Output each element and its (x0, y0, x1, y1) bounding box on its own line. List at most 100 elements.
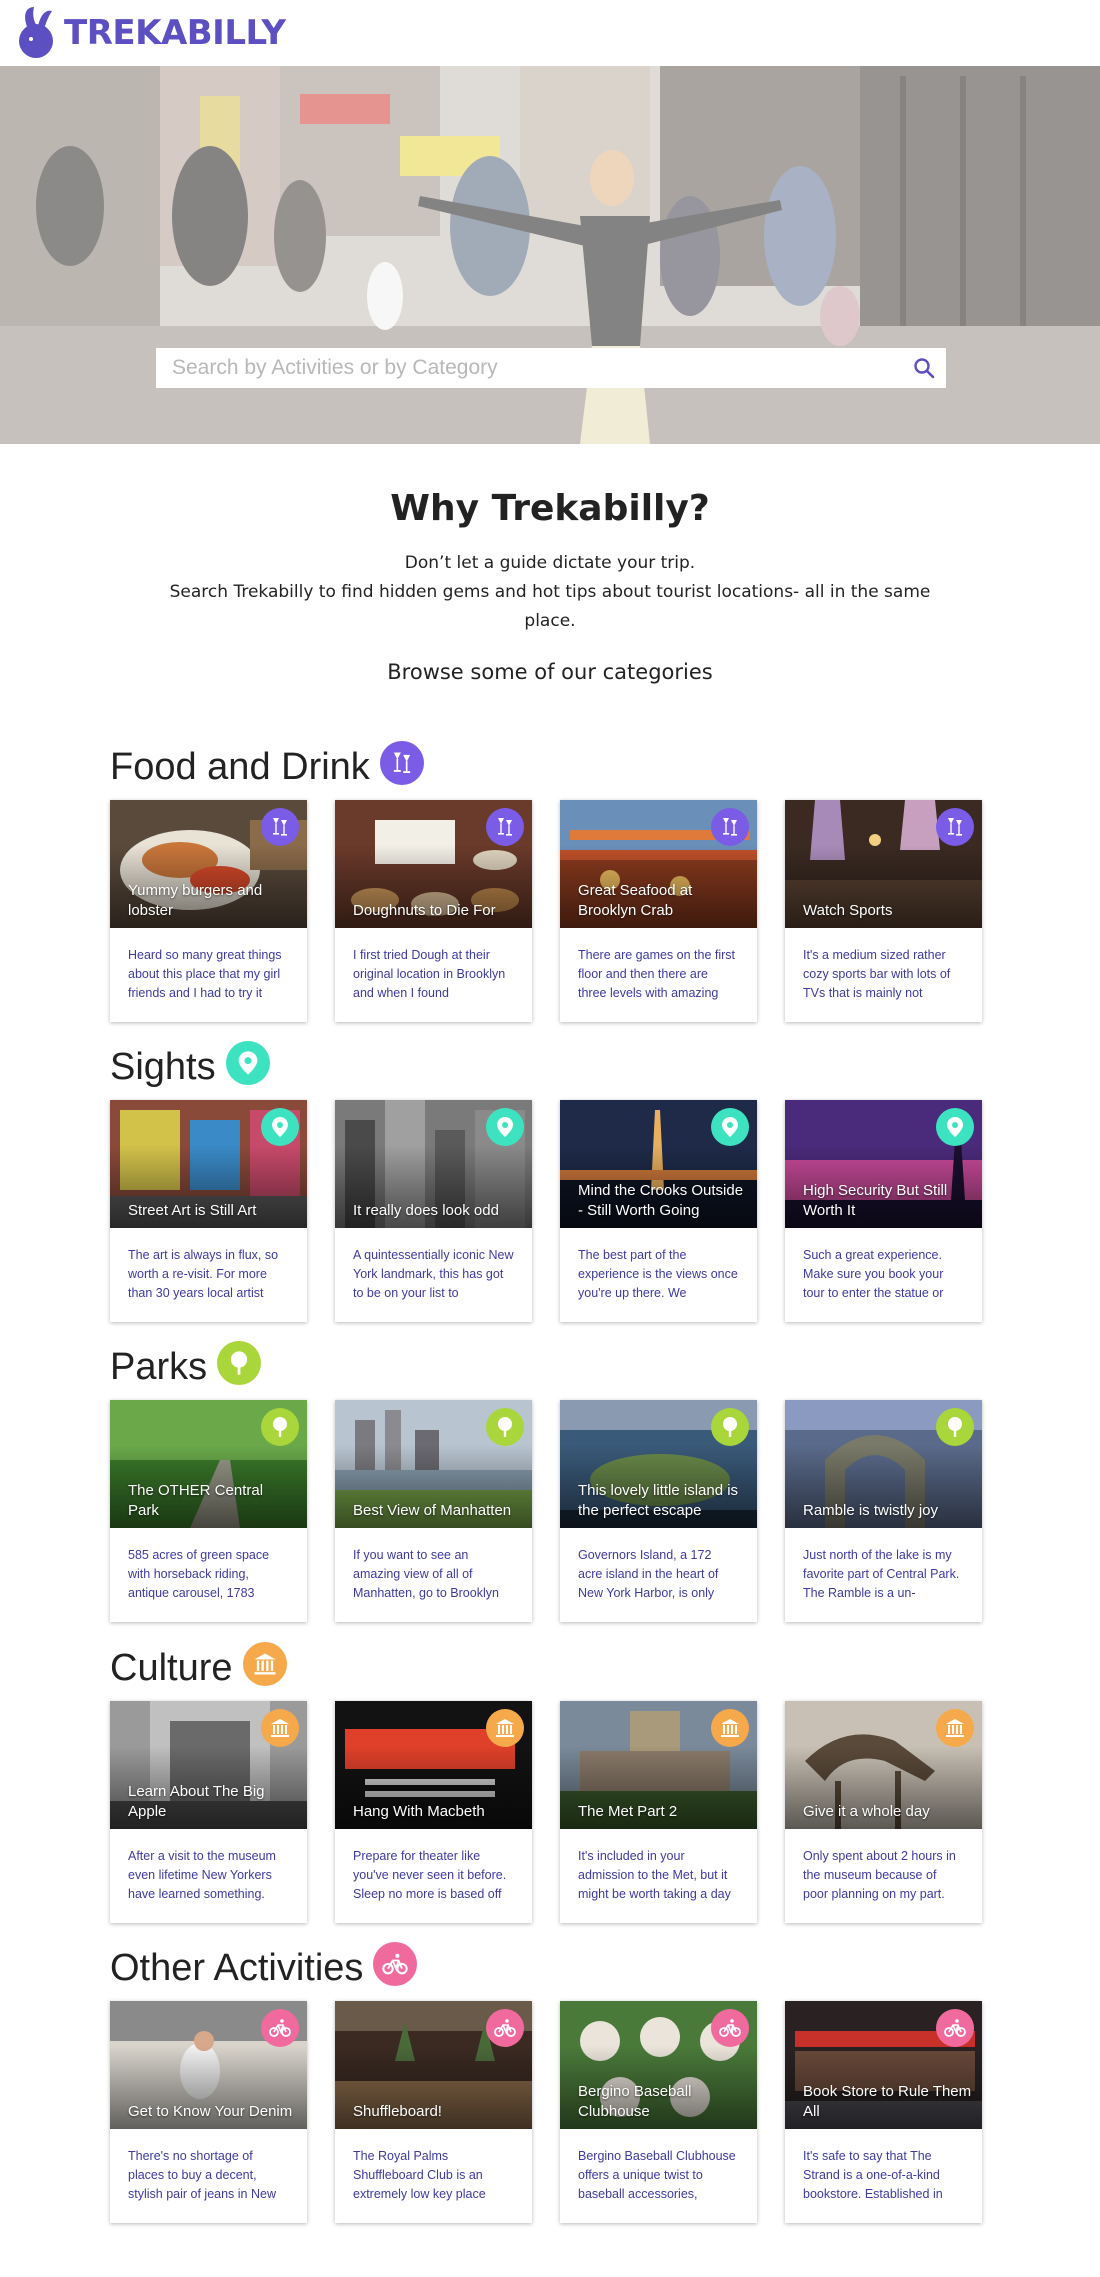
card-image: Shuffleboard! (335, 2001, 532, 2129)
activity-card[interactable]: Hang With Macbeth Prepare for theater li… (335, 1701, 532, 1923)
category-title[interactable]: Culture (110, 1647, 233, 1690)
museum-icon (936, 1709, 974, 1747)
activity-card[interactable]: High Security But Still Worth It Such a … (785, 1100, 982, 1322)
activity-card[interactable]: Great Seafood at Brooklyn Crab There are… (560, 800, 757, 1022)
card-excerpt: Heard so many great things about this pl… (128, 948, 282, 1000)
bicycle-icon (261, 2009, 299, 2047)
activity-card[interactable]: This lovely little island is the perfect… (560, 1400, 757, 1622)
logo-text[interactable]: TREKABILLY (64, 13, 286, 53)
card-excerpt: There are games on the first floor and t… (578, 948, 736, 1000)
category-header: Parks (110, 1340, 990, 1394)
card-excerpt: It's safe to say that The Strand is a on… (803, 2149, 943, 2201)
category-header: Food and Drink (110, 740, 990, 794)
search-input[interactable] (156, 348, 902, 388)
card-title: High Security But Still Worth It (803, 1182, 948, 1219)
activity-card[interactable]: Ramble is twistly joy Just north of the … (785, 1400, 982, 1622)
category-title[interactable]: Sights (110, 1046, 216, 1089)
activity-card[interactable]: Doughnuts to Die For I first tried Dough… (335, 800, 532, 1022)
rabbit-logo-icon[interactable] (12, 5, 62, 61)
card-row: Get to Know Your Denim There's no shorta… (110, 2001, 990, 2223)
category-food-and-drink: Food and Drink Yummy burgers and lobster… (110, 740, 990, 1022)
activity-card[interactable]: The OTHER Central Park 585 acres of gree… (110, 1400, 307, 1622)
card-image: Mind the Crooks Outside - Still Worth Go… (560, 1100, 757, 1228)
card-title: Learn About The Big Apple (128, 1783, 265, 1820)
activity-card[interactable]: Street Art is Still Art The art is alway… (110, 1100, 307, 1322)
activity-card[interactable]: Learn About The Big Apple After a visit … (110, 1701, 307, 1923)
card-image: Street Art is Still Art (110, 1100, 307, 1228)
card-excerpt: Governors Island, a 172 acre island in t… (578, 1548, 719, 1600)
bicycle-icon (711, 2009, 749, 2047)
card-excerpt: Prepare for theater like you've never se… (353, 1849, 507, 1901)
card-excerpt: The best part of the experience is the v… (578, 1248, 738, 1300)
card-excerpt: A quintessentially iconic New York landm… (353, 1248, 514, 1300)
card-title: Street Art is Still Art (128, 1202, 257, 1219)
card-image: The Met Part 2 (560, 1701, 757, 1829)
card-excerpt: If you want to see an amazing view of al… (353, 1548, 499, 1600)
search-bar (156, 348, 946, 388)
map-pin-icon (936, 1108, 974, 1146)
card-title: Watch Sports (803, 902, 893, 919)
why-description: Don’t let a guide dictate your trip. Sea… (160, 549, 940, 636)
museum-icon (486, 1709, 524, 1747)
card-row: Yummy burgers and lobster Heard so many … (110, 800, 990, 1022)
activity-card[interactable]: Shuffleboard! The Royal Palms Shuffleboa… (335, 2001, 532, 2223)
map-pin-icon[interactable] (225, 1041, 270, 1085)
activity-card[interactable]: Mind the Crooks Outside - Still Worth Go… (560, 1100, 757, 1322)
card-row: Learn About The Big Apple After a visit … (110, 1701, 990, 1923)
cocktail-icon[interactable] (379, 741, 424, 785)
museum-icon (711, 1709, 749, 1747)
category-parks: Parks The OTHER Central Park 585 acres o… (110, 1340, 990, 1622)
card-title: Ramble is twistly joy (803, 1502, 939, 1519)
card-image: Hang With Macbeth (335, 1701, 532, 1829)
card-excerpt: Only spent about 2 hours in the museum b… (803, 1849, 956, 1901)
card-title: Great Seafood at Brooklyn Crab (578, 882, 693, 919)
card-excerpt: There's no shortage of places to buy a d… (128, 2149, 276, 2201)
category-sights: Sights Street Art is Still Art The art i… (110, 1040, 990, 1322)
card-title: It really does look odd (353, 1202, 499, 1219)
activity-card[interactable]: Yummy burgers and lobster Heard so many … (110, 800, 307, 1022)
category-title[interactable]: Parks (110, 1346, 207, 1389)
activity-card[interactable]: Bergino Baseball Clubhouse Bergino Baseb… (560, 2001, 757, 2223)
map-pin-icon (261, 1108, 299, 1146)
activity-card[interactable]: Get to Know Your Denim There's no shorta… (110, 2001, 307, 2223)
why-line-1: Don’t let a guide dictate your trip. (404, 553, 696, 573)
activity-card[interactable]: The Met Part 2 It's included in your adm… (560, 1701, 757, 1923)
bicycle-icon[interactable] (373, 1942, 418, 1986)
category-title[interactable]: Food and Drink (110, 746, 370, 789)
tree-icon[interactable] (217, 1341, 262, 1385)
activity-card[interactable]: Best View of Manhatten If you want to se… (335, 1400, 532, 1622)
card-image: Ramble is twistly joy (785, 1400, 982, 1528)
museum-icon (261, 1709, 299, 1747)
activity-card[interactable]: Book Store to Rule Them All It's safe to… (785, 2001, 982, 2223)
card-image: Give it a whole day (785, 1701, 982, 1829)
category-header: Sights (110, 1040, 990, 1094)
card-excerpt: Just north of the lake is my favorite pa… (803, 1548, 960, 1600)
card-image: High Security But Still Worth It (785, 1100, 982, 1228)
map-pin-icon (486, 1108, 524, 1146)
site-header: TREKABILLY (0, 0, 1100, 66)
card-image: It really does look odd (335, 1100, 532, 1228)
bicycle-icon (486, 2009, 524, 2047)
card-title: Yummy burgers and lobster (128, 882, 263, 919)
card-row: The OTHER Central Park 585 acres of gree… (110, 1400, 990, 1622)
card-excerpt: It's a medium sized rather cozy sports b… (803, 948, 951, 1000)
category-header: Other Activities (110, 1941, 990, 1995)
card-excerpt: The art is always in flux, so worth a re… (128, 1248, 279, 1300)
search-button[interactable] (902, 348, 946, 388)
cocktail-icon (261, 808, 299, 846)
museum-icon[interactable] (242, 1642, 287, 1686)
card-image: This lovely little island is the perfect… (560, 1400, 757, 1528)
card-excerpt: I first tried Dough at their original lo… (353, 948, 506, 1000)
tree-icon (261, 1408, 299, 1446)
search-icon (914, 358, 935, 379)
category-title[interactable]: Other Activities (110, 1947, 363, 1990)
card-title: Doughnuts to Die For (353, 902, 496, 919)
activity-card[interactable]: It really does look odd A quintessential… (335, 1100, 532, 1322)
cocktail-icon (711, 808, 749, 846)
activity-card[interactable]: Give it a whole day Only spent about 2 h… (785, 1701, 982, 1923)
card-title: This lovely little island is the perfect… (578, 1482, 739, 1519)
activity-card[interactable]: Watch Sports It's a medium sized rather … (785, 800, 982, 1022)
card-excerpt: The Royal Palms Shuffleboard Club is an … (353, 2149, 486, 2201)
card-title: Best View of Manhatten (353, 1502, 512, 1519)
category-other-activities: Other Activities Get to Know Your Denim … (110, 1941, 990, 2223)
